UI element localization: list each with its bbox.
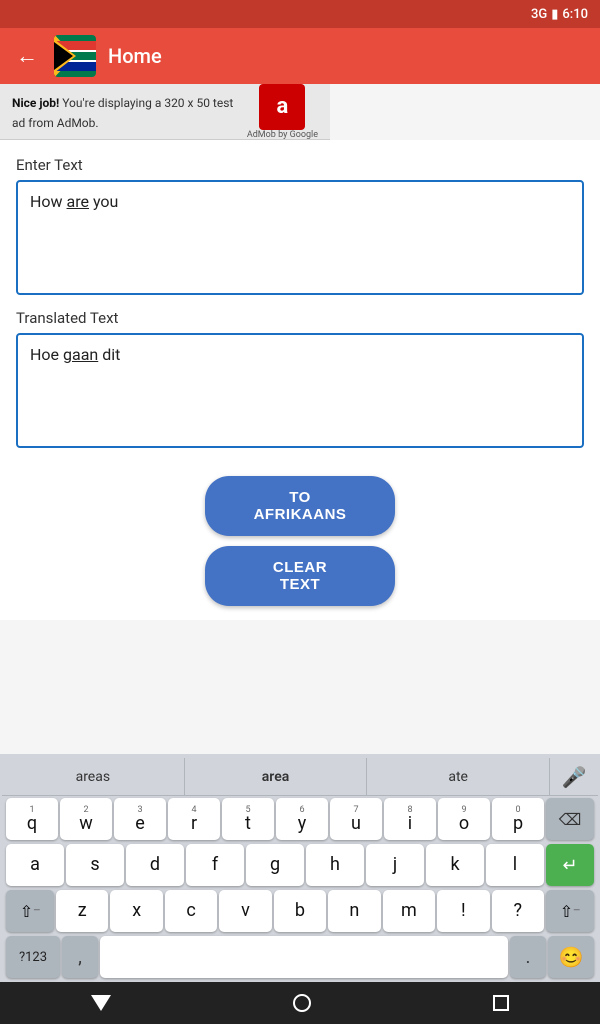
keyboard: areas area ate 🎤 1q 2w 3e 4r 5t 6y 7u 8i…: [0, 754, 600, 982]
admob-label: AdMob by Google: [247, 130, 318, 140]
key-j[interactable]: j: [366, 844, 424, 886]
autocomplete-areas[interactable]: areas: [2, 758, 185, 795]
enter-text-label: Enter Text: [16, 156, 584, 174]
key-h[interactable]: h: [306, 844, 364, 886]
key-exclaim[interactable]: !: [437, 890, 489, 932]
key-w[interactable]: 2w: [60, 798, 112, 840]
keyboard-row-2: a s d f g h j k l ↵: [2, 842, 598, 888]
enter-button[interactable]: ↵: [546, 844, 594, 886]
back-nav-button[interactable]: [91, 995, 111, 1011]
keyboard-bottom-row: ?123 , . 😊: [2, 934, 598, 980]
shift-left-button[interactable]: ⇧—: [6, 890, 54, 932]
status-bar: 3G ▮ 6:10: [0, 0, 600, 28]
translate-button[interactable]: TO AFRIKAANS: [205, 476, 395, 536]
key-a[interactable]: a: [6, 844, 64, 886]
translated-text-box: Hoe gaan dit: [16, 333, 584, 448]
main-content: Enter Text How are you Translated Text H…: [0, 140, 600, 476]
emoji-button[interactable]: 😊: [548, 936, 594, 978]
key-b[interactable]: b: [274, 890, 326, 932]
key-m[interactable]: m: [383, 890, 435, 932]
text-input[interactable]: How are you: [16, 180, 584, 295]
ad-text: Nice job! You're displaying a 320 x 50 t…: [12, 96, 233, 130]
key-x[interactable]: x: [110, 890, 162, 932]
key-r[interactable]: 4r: [168, 798, 220, 840]
autocomplete-area[interactable]: area: [185, 758, 368, 795]
buttons-area: TO AFRIKAANS CLEAR TEXT: [0, 476, 600, 620]
time-display: 6:10: [562, 7, 588, 22]
space-key[interactable]: [100, 936, 508, 978]
key-u[interactable]: 7u: [330, 798, 382, 840]
page-title: Home: [108, 44, 162, 68]
key-d[interactable]: d: [126, 844, 184, 886]
key-i[interactable]: 8i: [384, 798, 436, 840]
key-k[interactable]: k: [426, 844, 484, 886]
num123-button[interactable]: ?123: [6, 936, 60, 978]
key-l[interactable]: l: [486, 844, 544, 886]
key-question[interactable]: ?: [492, 890, 544, 932]
backspace-button[interactable]: ⌫: [546, 798, 594, 840]
home-nav-button[interactable]: [293, 994, 311, 1012]
signal-indicator: 3G: [531, 7, 547, 22]
autocomplete-ate[interactable]: ate: [367, 758, 550, 795]
top-bar: ← Home: [0, 28, 600, 84]
key-y[interactable]: 6y: [276, 798, 328, 840]
input-text-value: How are you: [30, 192, 118, 211]
mic-button[interactable]: 🎤: [550, 758, 598, 795]
shift-right-button[interactable]: ⇧—: [546, 890, 594, 932]
flag-icon: [54, 35, 96, 77]
back-button[interactable]: ←: [12, 39, 42, 73]
nav-bar: [0, 982, 600, 1024]
period-key[interactable]: .: [510, 936, 546, 978]
key-z[interactable]: z: [56, 890, 108, 932]
keyboard-row-3: ⇧— z x c v b n m ! ? ⇧—: [2, 888, 598, 934]
key-v[interactable]: v: [219, 890, 271, 932]
clear-text-button[interactable]: CLEAR TEXT: [205, 546, 395, 606]
key-s[interactable]: s: [66, 844, 124, 886]
admob-logo: a: [259, 84, 305, 130]
key-n[interactable]: n: [328, 890, 380, 932]
translated-text-value: Hoe gaan dit: [30, 345, 120, 364]
key-g[interactable]: g: [246, 844, 304, 886]
translated-text-label: Translated Text: [16, 309, 584, 327]
recents-nav-button[interactable]: [493, 995, 509, 1011]
key-p[interactable]: 0p: [492, 798, 544, 840]
key-t[interactable]: 5t: [222, 798, 274, 840]
key-c[interactable]: c: [165, 890, 217, 932]
ad-banner: Nice job! You're displaying a 320 x 50 t…: [0, 84, 330, 140]
comma-key[interactable]: ,: [62, 936, 98, 978]
key-f[interactable]: f: [186, 844, 244, 886]
keyboard-row-1: 1q 2w 3e 4r 5t 6y 7u 8i 9o 0p ⌫: [2, 796, 598, 842]
key-o[interactable]: 9o: [438, 798, 490, 840]
key-q[interactable]: 1q: [6, 798, 58, 840]
battery-icon: ▮: [551, 7, 558, 22]
key-e[interactable]: 3e: [114, 798, 166, 840]
ad-bold: Nice job!: [12, 96, 59, 110]
autocomplete-bar: areas area ate 🎤: [2, 758, 598, 796]
